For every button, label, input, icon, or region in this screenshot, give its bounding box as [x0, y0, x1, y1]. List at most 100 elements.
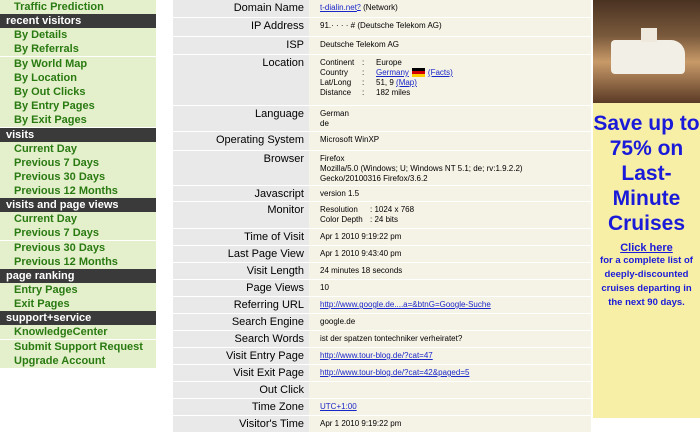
- section-header-support-service: support+service: [0, 311, 156, 326]
- language-code: de: [320, 119, 329, 128]
- sidebar-item-visits-previous-30-days[interactable]: Previous 30 Days: [0, 169, 156, 184]
- sidebar-item-by-exit-pages[interactable]: By Exit Pages: [0, 113, 156, 128]
- sidebar-item-visits-current-day[interactable]: Current Day: [0, 141, 156, 156]
- sidebar-item-entry-pages[interactable]: Entry Pages: [0, 283, 156, 297]
- cruise-ship-image: [593, 0, 700, 103]
- sidebar-item-visits-previous-12-months[interactable]: Previous 12 Months: [0, 184, 156, 199]
- visitors-time-label: Visitor's Time: [173, 416, 309, 432]
- continent-key: Continent: [320, 58, 355, 67]
- time-of-visit-value: Apr 1 2010 9:19:22 pm: [309, 229, 591, 245]
- row-out-click: Out Click: [173, 382, 591, 399]
- javascript-value: version 1.5: [309, 186, 591, 201]
- out-click-value: [309, 382, 591, 398]
- search-words-label: Search Words: [173, 331, 309, 347]
- visit-exit-page-link[interactable]: http://www.tour-blog.de/?cat=42&paged=5: [320, 368, 469, 377]
- section-header-visits: visits: [0, 127, 156, 142]
- country-facts-link[interactable]: (Facts): [428, 68, 453, 78]
- ip-address-label: IP Address: [173, 18, 309, 36]
- visit-entry-page-label: Visit Entry Page: [173, 348, 309, 364]
- sidebar-item-exit-pages[interactable]: Exit Pages: [0, 297, 156, 312]
- monitor-label: Monitor: [173, 202, 309, 228]
- row-time-zone: Time Zone UTC+1:00: [173, 399, 591, 416]
- visitors-time-value: Apr 1 2010 9:19:22 pm: [309, 416, 591, 432]
- row-location: Location Continent : Europe Country : Ge…: [173, 55, 591, 106]
- row-page-views: Page Views 10: [173, 280, 591, 297]
- row-browser: Browser Firefox Mozilla/5.0 (Windows; U;…: [173, 151, 591, 186]
- isp-value: Deutsche Telekom AG: [309, 37, 591, 54]
- page-views-label: Page Views: [173, 280, 309, 296]
- domain-network: (Network): [363, 3, 398, 12]
- row-visitors-time: Visitor's Time Apr 1 2010 9:19:22 pm: [173, 416, 591, 433]
- domain-help-link[interactable]: ?: [357, 4, 361, 11]
- referring-url-label: Referring URL: [173, 297, 309, 313]
- last-page-view-value: Apr 1 2010 9:43:40 pm: [309, 246, 591, 262]
- sidebar-item-by-location[interactable]: By Location: [0, 70, 156, 85]
- row-operating-system: Operating System Microsoft WinXP: [173, 132, 591, 151]
- sidebar-item-traffic-prediction[interactable]: Traffic Prediction: [0, 0, 156, 14]
- javascript-label: Javascript: [173, 186, 309, 201]
- row-search-words: Search Words ist der spatzen tontechnike…: [173, 331, 591, 348]
- row-visit-length: Visit Length 24 minutes 18 seconds: [173, 263, 591, 280]
- row-javascript: Javascript version 1.5: [173, 186, 591, 202]
- row-isp: ISP Deutsche Telekom AG: [173, 37, 591, 55]
- row-language: Language German de: [173, 106, 591, 132]
- out-click-label: Out Click: [173, 382, 309, 398]
- time-of-visit-label: Time of Visit: [173, 229, 309, 245]
- sidebar-item-by-world-map[interactable]: By World Map: [0, 56, 156, 71]
- sidebar: Traffic Prediction recent visitors By Deta…: [0, 0, 156, 418]
- ad-headline: Save up to 75% on Last-Minute Cruises: [593, 112, 700, 235]
- ship-icon: [611, 28, 685, 74]
- sidebar-item-upgrade-account[interactable]: Upgrade Account: [0, 353, 156, 368]
- domain-name-label: Domain Name: [173, 0, 309, 17]
- row-visit-entry-page: Visit Entry Page http://www.tour-blog.de…: [173, 348, 591, 365]
- page-views-value: 10: [309, 280, 591, 296]
- language-value: German: [320, 109, 349, 118]
- sidebar-item-by-out-clicks[interactable]: By Out Clicks: [0, 84, 156, 99]
- sidebar-item-by-referrals[interactable]: By Referrals: [0, 42, 156, 57]
- visitor-details-table: Domain Name t-dialin.net? (Network) IP A…: [173, 0, 591, 433]
- sidebar-item-submit-support-request[interactable]: Submit Support Request: [0, 339, 156, 354]
- search-words-value: ist der spatzen tontechniker verheiratet…: [309, 331, 591, 347]
- sidebar-item-by-entry-pages[interactable]: By Entry Pages: [0, 99, 156, 114]
- latlong-value: 51, 9: [376, 78, 394, 87]
- section-header-recent-visitors: recent visitors: [0, 14, 156, 29]
- browser-ua-line2: Gecko/20100316 Firefox/3.6.2: [320, 174, 428, 183]
- country-link[interactable]: Germany: [376, 68, 409, 78]
- latlong-key: Lat/Long: [320, 78, 352, 87]
- sidebar-item-knowledge-center[interactable]: KnowledgeCenter: [0, 325, 156, 340]
- row-last-page-view: Last Page View Apr 1 2010 9:43:40 pm: [173, 246, 591, 263]
- continent-value: Europe: [376, 58, 402, 67]
- color-depth-key: Color Depth: [320, 215, 363, 224]
- sidebar-item-views-previous-30-days[interactable]: Previous 30 Days: [0, 240, 156, 255]
- ad-click-here-link[interactable]: Click here: [593, 242, 700, 254]
- location-label: Location: [173, 55, 309, 105]
- referring-url-link[interactable]: http://www.google.de....a=&btnG=Google-S…: [320, 300, 491, 309]
- color-depth-value: : 24 bits: [370, 215, 399, 224]
- sidebar-item-visits-previous-7-days[interactable]: Previous 7 Days: [0, 155, 156, 170]
- visit-length-value: 24 minutes 18 seconds: [309, 263, 591, 279]
- row-visit-exit-page: Visit Exit Page http://www.tour-blog.de/…: [173, 365, 591, 382]
- time-zone-label: Time Zone: [173, 399, 309, 415]
- visit-entry-page-link[interactable]: http://www.tour-blog.de/?cat=47: [320, 351, 433, 360]
- cruise-ad-banner[interactable]: Save up to 75% on Last-Minute Cruises Cl…: [593, 0, 700, 418]
- map-link[interactable]: (Map): [396, 78, 417, 88]
- sidebar-item-views-current-day[interactable]: Current Day: [0, 212, 156, 227]
- sidebar-item-by-details[interactable]: By Details: [0, 28, 156, 43]
- distance-value: 182 miles: [376, 88, 411, 97]
- distance-key: Distance: [320, 88, 352, 97]
- domain-name-link[interactable]: t-dialin.net: [320, 3, 357, 12]
- os-label: Operating System: [173, 132, 309, 150]
- section-header-page-ranking: page ranking: [0, 269, 156, 283]
- browser-label: Browser: [173, 151, 309, 185]
- row-domain-name: Domain Name t-dialin.net? (Network): [173, 0, 591, 18]
- sidebar-item-views-previous-7-days[interactable]: Previous 7 Days: [0, 226, 156, 241]
- time-zone-link[interactable]: UTC+1:00: [320, 402, 357, 411]
- row-time-of-visit: Time of Visit Apr 1 2010 9:19:22 pm: [173, 229, 591, 246]
- visit-exit-page-label: Visit Exit Page: [173, 365, 309, 381]
- row-search-engine: Search Engine google.de: [173, 314, 591, 331]
- sidebar-item-views-previous-12-months[interactable]: Previous 12 Months: [0, 254, 156, 269]
- os-value: Microsoft WinXP: [309, 132, 591, 150]
- visit-length-label: Visit Length: [173, 263, 309, 279]
- ad-text: for a complete list of deeply-discounted…: [600, 255, 693, 308]
- resolution-key: Resolution: [320, 205, 358, 214]
